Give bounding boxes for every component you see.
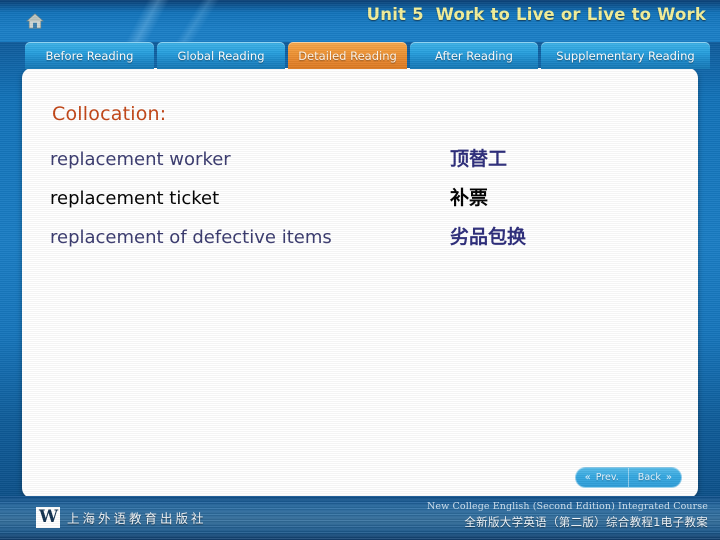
home-icon[interactable] (26, 13, 44, 29)
publisher-name: 上海外语教育出版社 (67, 511, 207, 526)
tab-global-reading[interactable]: Global Reading (157, 42, 285, 69)
page-title: Unit 5 Work to Live or Live to Work (366, 5, 706, 24)
list-item: replacement worker 顶替工 (50, 144, 670, 183)
footer-bar: W 上海外语教育出版社 New College English (Second … (0, 496, 720, 540)
tab-after-reading[interactable]: After Reading (410, 42, 538, 69)
navigation-buttons: « Prev. Back » (574, 467, 682, 488)
collocation-list: replacement worker 顶替工 replacement ticke… (50, 144, 670, 261)
tab-supplementary-reading[interactable]: Supplementary Reading (541, 42, 710, 69)
collocation-english: replacement ticket (50, 188, 220, 209)
content-panel: Collocation: replacement worker 顶替工 repl… (22, 68, 698, 498)
tab-before-reading[interactable]: Before Reading (25, 42, 154, 69)
course-info: New College English (Second Edition) Int… (427, 501, 708, 530)
list-item: replacement ticket 补票 (50, 183, 670, 222)
tab-detailed-reading-label: Detailed Reading (298, 48, 397, 63)
section-heading: Collocation: (52, 103, 167, 125)
back-button-label: Back (637, 472, 661, 483)
tab-after-reading-label: After Reading (435, 48, 513, 63)
list-item: replacement of defective items 劣品包换 (50, 222, 670, 261)
collocation-english: replacement worker (50, 149, 231, 170)
course-title-chinese: 全新版大学英语（第二版）综合教程1电子教案 (464, 515, 708, 529)
header-bar: Unit 5 Work to Live or Live to Work (0, 0, 720, 42)
collocation-chinese: 劣品包换 (450, 226, 527, 248)
back-button[interactable]: Back » (627, 467, 682, 488)
prev-button[interactable]: « Prev. (574, 467, 628, 488)
course-title-english: New College English (Second Edition) Int… (427, 501, 708, 512)
tab-global-reading-label: Global Reading (177, 48, 265, 63)
collocation-chinese: 顶替工 (450, 148, 508, 170)
tab-detailed-reading[interactable]: Detailed Reading (288, 42, 407, 69)
collocation-chinese: 补票 (450, 187, 489, 209)
tab-supplementary-reading-label: Supplementary Reading (556, 48, 695, 63)
tab-bar: Before Reading Global Reading Detailed R… (0, 42, 720, 70)
collocation-english: replacement of defective items (50, 227, 332, 248)
publisher-mark-icon: W (36, 507, 60, 528)
tab-before-reading-label: Before Reading (45, 48, 134, 63)
chevron-double-right-icon: » (665, 471, 672, 483)
prev-button-label: Prev. (595, 472, 619, 483)
chevron-double-left-icon: « (584, 471, 591, 483)
publisher-logo: W 上海外语教育出版社 (36, 507, 207, 528)
slide: Unit 5 Work to Live or Live to Work Befo… (0, 0, 720, 540)
